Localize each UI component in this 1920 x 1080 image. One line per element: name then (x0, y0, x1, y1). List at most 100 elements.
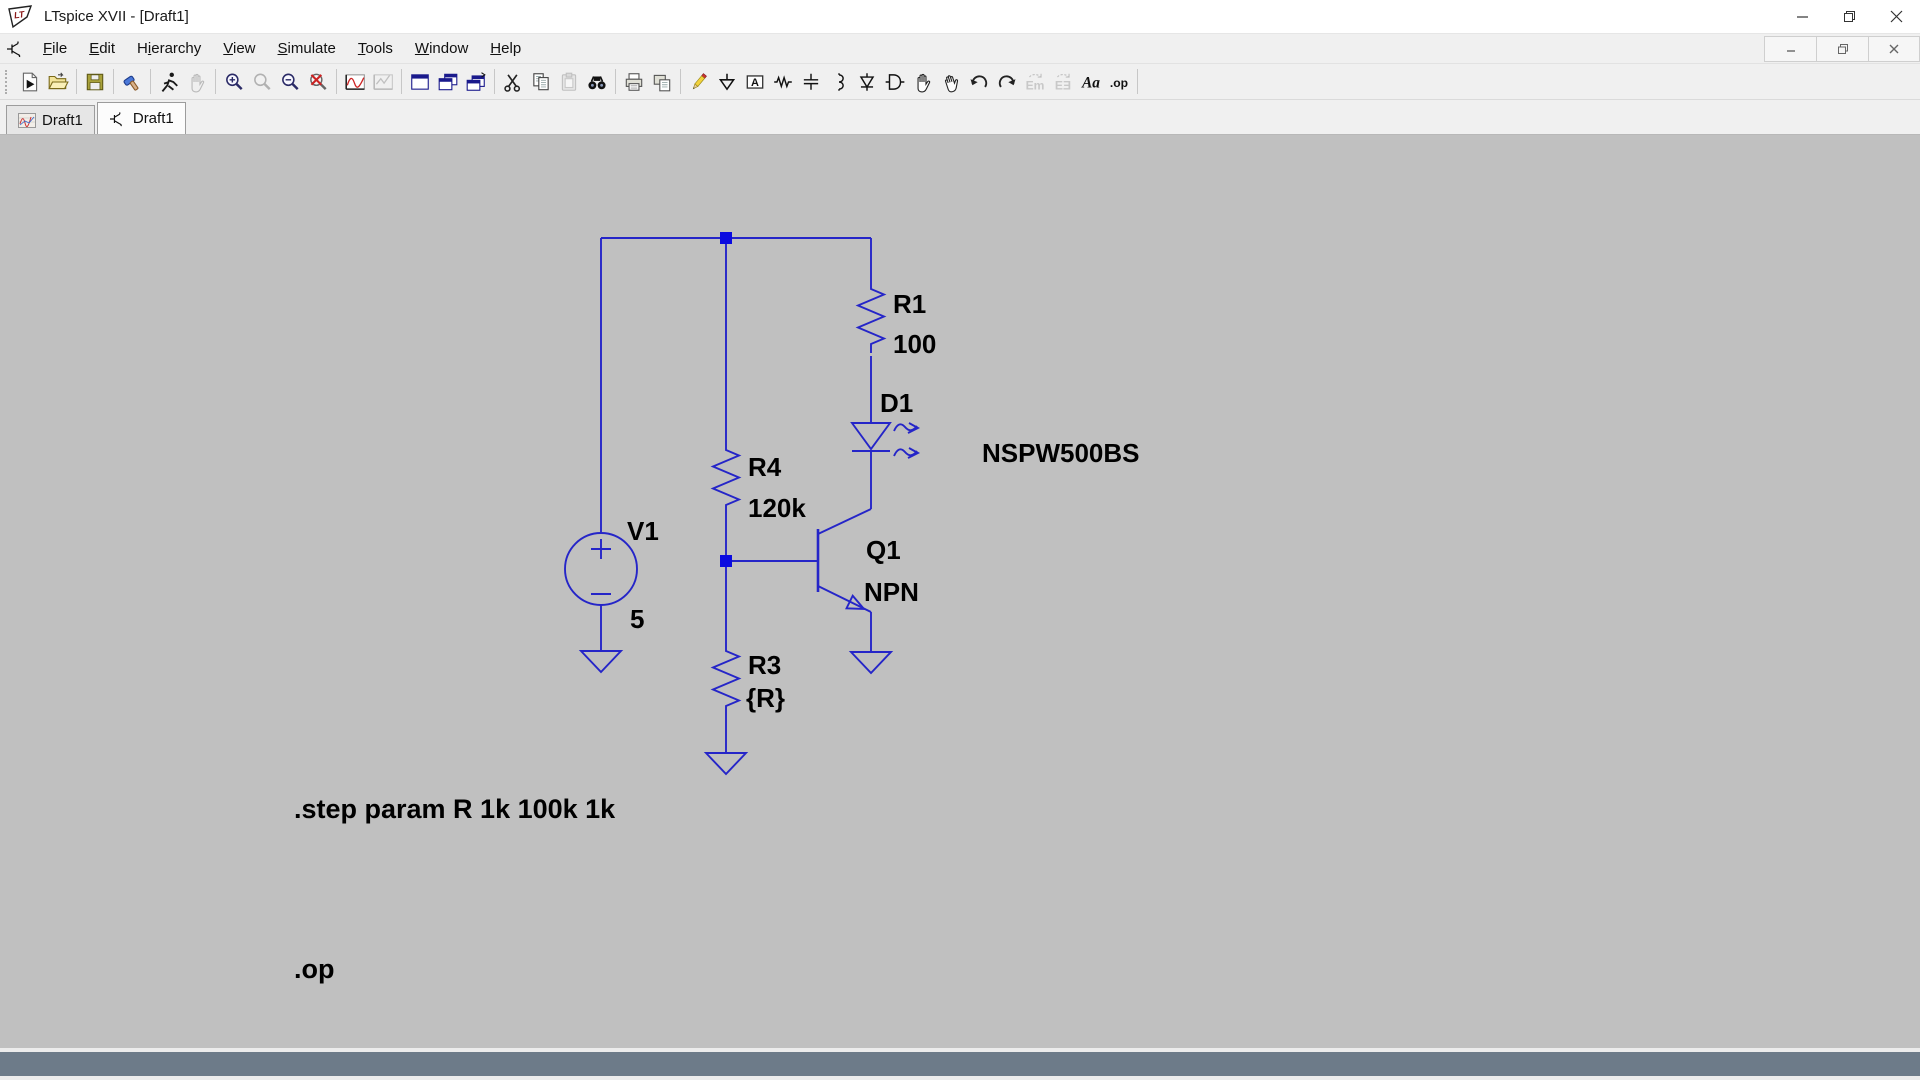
menu-hierarchy[interactable]: Hierarchy (126, 35, 212, 62)
status-bar (0, 1052, 1920, 1076)
label-v1-name[interactable]: V1 (627, 516, 659, 546)
zoom-in-icon (223, 71, 245, 93)
menu-view[interactable]: View (212, 35, 266, 62)
toolbar-run-button[interactable] (155, 68, 183, 96)
child-minimize-button[interactable] (1764, 36, 1816, 62)
label-v1-value[interactable]: 5 (630, 604, 644, 634)
component-resistor-r4[interactable] (713, 441, 739, 514)
svg-text:A: A (751, 76, 759, 88)
menu-tools[interactable]: Tools (347, 35, 404, 62)
zoom-out-icon (279, 71, 301, 93)
menu-file[interactable]: File (32, 35, 78, 62)
minimize-button[interactable] (1779, 0, 1826, 33)
toolbar-place-inductor-button[interactable] (825, 68, 853, 96)
label-r3-value[interactable]: {R} (746, 683, 785, 713)
toolbar-zoom-in-button[interactable] (220, 68, 248, 96)
toolbar: A Em EƎ Aa .op (0, 64, 1920, 100)
menu-edit[interactable]: Edit (78, 35, 126, 62)
toolbar-autorange-y-axis-button[interactable] (341, 68, 369, 96)
close-button[interactable] (1873, 0, 1920, 33)
toolbar-draw-wire-button[interactable] (685, 68, 713, 96)
toolbar-place-component-button[interactable] (881, 68, 909, 96)
child-close-icon (1888, 43, 1900, 55)
toolbar-find-button[interactable] (583, 68, 611, 96)
label-r3-name[interactable]: R3 (748, 650, 781, 680)
child-close-button[interactable] (1868, 36, 1920, 62)
label-r4-value[interactable]: 120k (748, 493, 806, 523)
label-q1-name[interactable]: Q1 (866, 535, 901, 565)
child-restore-icon (1837, 43, 1849, 55)
label-r1-name[interactable]: R1 (893, 289, 926, 319)
plot-settings-icon (372, 71, 394, 93)
menu-help[interactable]: Help (479, 35, 532, 62)
component-resistor-r3[interactable] (713, 642, 739, 715)
toolbar-undo-button[interactable] (965, 68, 993, 96)
schematic-window-icon (6, 40, 26, 58)
diode-icon (856, 71, 878, 93)
toolbar-print-preview-button[interactable] (648, 68, 676, 96)
window-title: LTspice XVII - [Draft1] (44, 8, 189, 25)
status-bar-bottom-edge (0, 1076, 1920, 1080)
restore-button[interactable] (1826, 0, 1873, 33)
toolbar-mirror-button: EƎ (1049, 68, 1077, 96)
toolbar-copy-button[interactable] (527, 68, 555, 96)
toolbar-tile-windows-button[interactable] (406, 68, 434, 96)
light-ray-2-arrowhead (908, 448, 918, 458)
net-label-icon: A (744, 71, 766, 93)
tab-schematic-draft1[interactable]: Draft1 (97, 102, 186, 134)
child-restore-button[interactable] (1816, 36, 1868, 62)
toolbar-redo-button[interactable] (993, 68, 1021, 96)
cascade-windows-icon (465, 71, 487, 93)
label-r4-name[interactable]: R4 (748, 452, 782, 482)
toolbar-spice-directive-button[interactable]: .op (1105, 68, 1133, 96)
toolbar-place-resistor-button[interactable] (769, 68, 797, 96)
ground-symbols[interactable] (581, 651, 891, 774)
label-r1-value[interactable]: 100 (893, 329, 936, 359)
label-q1-value[interactable]: NPN (864, 577, 919, 607)
toolbar-open-file-button[interactable] (44, 68, 72, 96)
component-led-d1[interactable] (852, 423, 918, 458)
menu-simulate[interactable]: Simulate (267, 35, 347, 62)
toolbar-halt-button (183, 68, 211, 96)
toolbar-zoom-out-button[interactable] (276, 68, 304, 96)
label-d1-value[interactable]: NSPW500BS (982, 438, 1140, 468)
waveform-tab-icon (18, 113, 36, 128)
toolbar-print-button[interactable] (620, 68, 648, 96)
move-hand-icon (912, 71, 934, 93)
minimize-icon (1796, 10, 1809, 23)
schematic-canvas[interactable]: R1 100 D1 NSPW500BS R4 120k V1 5 Q1 NPN … (0, 135, 1920, 1048)
directive-step[interactable]: .step param R 1k 100k 1k (294, 794, 616, 824)
tile-windows-icon (409, 71, 431, 93)
inductor-icon (828, 71, 850, 93)
label-d1-name[interactable]: D1 (880, 388, 913, 418)
schematic-drawing: R1 100 D1 NSPW500BS R4 120k V1 5 Q1 NPN … (0, 135, 1920, 1048)
toolbar-place-diode-button[interactable] (853, 68, 881, 96)
svg-text:EƎ: EƎ (1055, 78, 1071, 92)
wires[interactable] (601, 238, 871, 753)
tab-waveform-draft1[interactable]: Draft1 (6, 105, 95, 134)
toolbar-cascade-windows-button[interactable] (462, 68, 490, 96)
resistor-icon (772, 71, 794, 93)
toolbar-move-button[interactable] (909, 68, 937, 96)
toolbar-cut-button[interactable] (499, 68, 527, 96)
svg-text:Aa: Aa (1081, 74, 1100, 91)
print-preview-icon (651, 71, 673, 93)
find-binoculars-icon (586, 71, 608, 93)
toolbar-save-button[interactable] (81, 68, 109, 96)
title-bar: LT LTspice XVII - [Draft1] (0, 0, 1920, 34)
toolbar-rotate-button: Em (1021, 68, 1049, 96)
directive-op[interactable]: .op (294, 954, 335, 984)
toolbar-new-schematic-button[interactable] (16, 68, 44, 96)
toolbar-grip[interactable] (5, 70, 12, 94)
toolbar-drag-button[interactable] (937, 68, 965, 96)
toolbar-zoom-full-extents-button[interactable] (304, 68, 332, 96)
component-resistor-r1[interactable] (858, 280, 884, 353)
toolbar-control-panel-button[interactable] (118, 68, 146, 96)
toolbar-place-ground-button[interactable] (713, 68, 741, 96)
toolbar-place-text-button[interactable]: Aa (1077, 68, 1105, 96)
menu-window[interactable]: Window (404, 35, 479, 62)
toolbar-place-label-button[interactable]: A (741, 68, 769, 96)
toolbar-tile-vertically-button[interactable] (434, 68, 462, 96)
document-tab-bar: Draft1 Draft1 (0, 100, 1920, 135)
toolbar-place-capacitor-button[interactable] (797, 68, 825, 96)
